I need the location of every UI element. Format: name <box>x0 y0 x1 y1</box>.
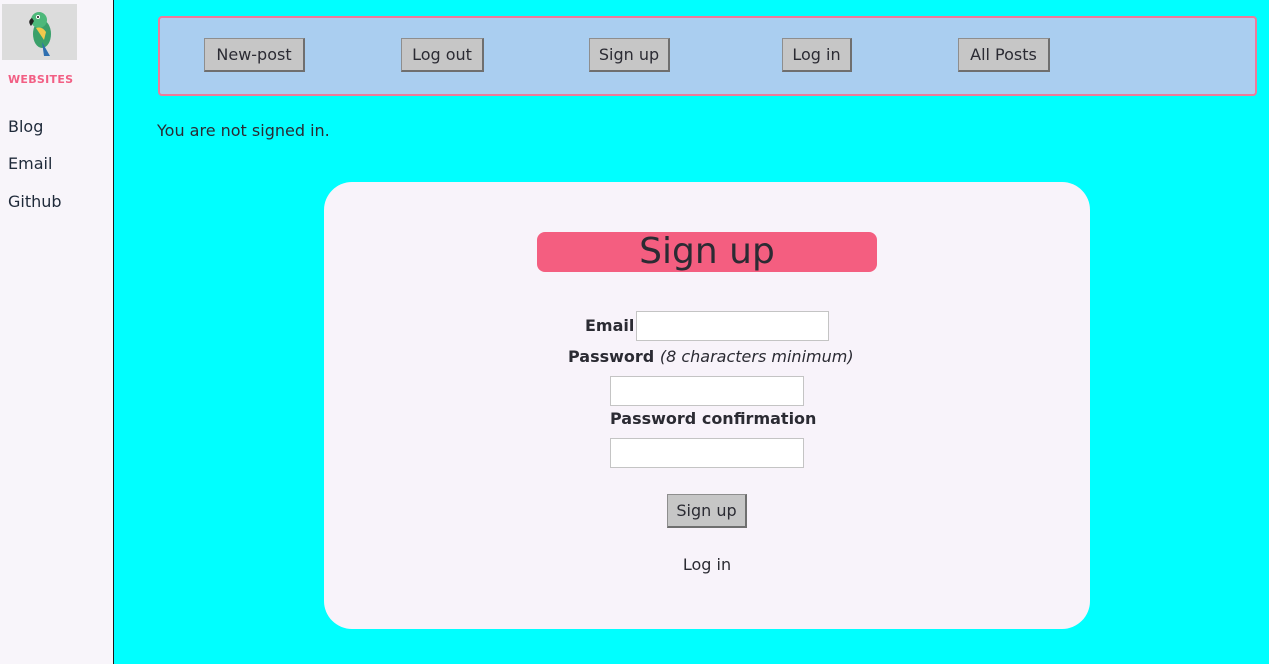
password-confirmation-label: Password confirmation <box>610 409 817 428</box>
sidebar-link-github[interactable]: Github <box>8 192 62 211</box>
password-field[interactable] <box>610 376 804 406</box>
section-label: WEBSITES <box>8 73 74 86</box>
log-in-link[interactable]: Log in <box>324 555 1090 574</box>
new-post-button[interactable]: New-post <box>204 38 305 72</box>
navbar: New-post Log out Sign up Log in All Post… <box>158 16 1257 96</box>
signin-status: You are not signed in. <box>157 121 330 140</box>
signup-card: Sign up Email Password (8 characters min… <box>324 182 1090 629</box>
form-title: Sign up <box>537 232 877 272</box>
sidebar: WEBSITES Blog Email Github <box>0 0 114 664</box>
parrot-icon <box>28 12 51 56</box>
log-out-button[interactable]: Log out <box>401 38 484 72</box>
password-label-row: Password (8 characters minimum) <box>568 347 854 366</box>
email-label: Email <box>585 316 635 335</box>
logo[interactable] <box>2 4 77 60</box>
password-confirmation-field[interactable] <box>610 438 804 468</box>
password-label: Password <box>568 347 655 366</box>
sidebar-link-email[interactable]: Email <box>8 154 52 173</box>
sidebar-link-blog[interactable]: Blog <box>8 117 43 136</box>
sign-up-nav-button[interactable]: Sign up <box>589 38 670 72</box>
log-in-nav-button[interactable]: Log in <box>782 38 852 72</box>
password-hint: (8 characters minimum) <box>659 347 854 366</box>
email-field[interactable] <box>636 311 829 341</box>
sign-up-submit-button[interactable]: Sign up <box>667 494 747 528</box>
all-posts-button[interactable]: All Posts <box>958 38 1050 72</box>
